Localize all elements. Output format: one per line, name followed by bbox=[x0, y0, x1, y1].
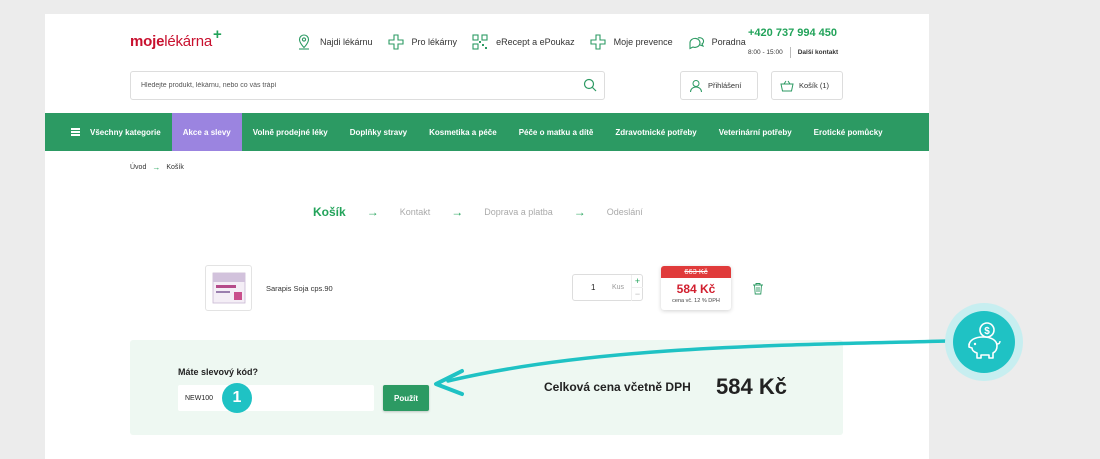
cart-label: Košík (1) bbox=[799, 81, 830, 90]
nav-eroticke-pomucky[interactable]: Erotické pomůcky bbox=[803, 113, 894, 151]
product-box-image bbox=[212, 272, 245, 304]
step-kontakt: Kontakt bbox=[399, 207, 431, 217]
cross-icon bbox=[387, 33, 405, 51]
search-input[interactable] bbox=[130, 71, 605, 100]
basket-icon bbox=[780, 80, 794, 91]
search-icon[interactable] bbox=[583, 78, 597, 92]
breadcrumb-current: Košík bbox=[166, 164, 184, 171]
old-price: 663 Kč bbox=[661, 266, 731, 278]
nav-volne-prodejne-leky[interactable]: Volně prodejné léky bbox=[242, 113, 339, 151]
arrow-right-icon: → bbox=[152, 163, 161, 172]
other-contact-link[interactable]: Další kontakt bbox=[798, 49, 838, 56]
map-pin-icon bbox=[295, 33, 313, 51]
nav-kosmetika-a-pece[interactable]: Kosmetika a péče bbox=[418, 113, 508, 151]
divider bbox=[789, 47, 791, 58]
product-name[interactable]: Sarapis Soja cps.90 bbox=[266, 284, 333, 293]
step-kosik: Košík bbox=[313, 205, 346, 219]
top-nav-label: Moje prevence bbox=[613, 37, 673, 47]
step-doprava-a-platba: Doprava a platba bbox=[484, 207, 553, 217]
logo-plus: + bbox=[213, 26, 222, 43]
top-nav-label: Najdi lékárnu bbox=[320, 37, 373, 47]
quantity-stepper[interactable]: 1 Kus + − bbox=[572, 274, 643, 301]
quantity-unit: Kus bbox=[612, 284, 625, 291]
opening-hours: 8:00 - 15:00 Další kontakt bbox=[748, 47, 838, 58]
nav-zdravotnicke-potreby[interactable]: Zdravotnické potřeby bbox=[604, 113, 707, 151]
top-nav-label: eRecept a ePoukaz bbox=[496, 37, 575, 47]
logo[interactable]: mojelékárna+ bbox=[130, 26, 222, 50]
checkout-steps: Košík → Kontakt → Doprava a platba → Ode… bbox=[313, 205, 643, 219]
price-box: 663 Kč 584 Kč cena vč. 12 % DPH bbox=[661, 266, 731, 310]
top-nav-poradna[interactable]: Poradna bbox=[687, 33, 746, 51]
arrow-right-icon: → bbox=[366, 205, 379, 219]
quantity-value[interactable]: 1 bbox=[591, 283, 595, 292]
arrow-right-icon: → bbox=[451, 205, 464, 219]
decrement-icon[interactable]: − bbox=[631, 288, 643, 301]
piggy-bank-icon: $ bbox=[953, 311, 1015, 373]
login-label: Přihlášení bbox=[708, 81, 742, 90]
cross-icon bbox=[589, 33, 607, 51]
piggy-bank-badge: $ bbox=[945, 303, 1023, 381]
top-nav-pro-lekarny[interactable]: Pro lékárny bbox=[387, 33, 458, 51]
annotation-step-badge: 1 bbox=[222, 383, 252, 413]
login-button[interactable]: Přihlášení bbox=[680, 71, 758, 100]
nav-all-categories[interactable]: Všechny kategorie bbox=[45, 113, 172, 151]
trash-icon[interactable] bbox=[752, 282, 764, 295]
arrow-right-icon: → bbox=[573, 205, 586, 219]
top-nav-najdi-lekarnu[interactable]: Najdi lékárnu bbox=[295, 33, 373, 51]
increment-icon[interactable]: + bbox=[631, 275, 643, 288]
main-nav: Všechny kategorie Akce a slevy Volně pro… bbox=[45, 113, 929, 151]
svg-text:$: $ bbox=[984, 326, 990, 337]
discount-label: Máte slevový kód? bbox=[178, 367, 259, 377]
user-icon bbox=[690, 79, 702, 92]
current-price: 584 Kč bbox=[676, 282, 716, 296]
cart-button[interactable]: Košík (1) bbox=[771, 71, 843, 100]
top-nav-erecept[interactable]: eRecept a ePoukaz bbox=[471, 33, 575, 51]
page: mojelékárna+ Najdi lékárnu Pro lékárny e… bbox=[45, 14, 929, 459]
nav-doplnky-stravy[interactable]: Doplňky stravy bbox=[339, 113, 418, 151]
logo-text-moje: moje bbox=[130, 33, 165, 50]
vat-note: cena vč. 12 % DPH bbox=[672, 298, 720, 304]
product-image[interactable] bbox=[205, 265, 252, 311]
nav-label: Všechny kategorie bbox=[90, 127, 161, 137]
top-nav-label: Poradna bbox=[711, 37, 746, 47]
chat-bubbles-icon bbox=[687, 33, 705, 51]
total-label: Celková cena včetně DPH bbox=[544, 380, 691, 394]
qr-code-icon bbox=[471, 33, 489, 51]
phone-number[interactable]: +420 737 994 450 bbox=[748, 27, 837, 39]
nav-veterinarni-potreby[interactable]: Veterinární potřeby bbox=[708, 113, 803, 151]
top-nav-moje-prevence[interactable]: Moje prevence bbox=[589, 33, 673, 51]
nav-pece-o-matku-a-dite[interactable]: Péče o matku a dítě bbox=[508, 113, 605, 151]
total-value: 584 Kč bbox=[716, 374, 787, 399]
breadcrumb: Úvod → Košík bbox=[130, 163, 184, 172]
top-nav: Najdi lékárnu Pro lékárny eRecept a ePou… bbox=[295, 33, 760, 51]
breadcrumb-home[interactable]: Úvod bbox=[130, 164, 146, 171]
top-nav-label: Pro lékárny bbox=[411, 37, 458, 47]
hours-text: 8:00 - 15:00 bbox=[748, 49, 783, 56]
logo-text-lekarna: lékárna bbox=[164, 33, 213, 50]
step-odeslani: Odeslání bbox=[606, 207, 643, 217]
apply-button[interactable]: Použít bbox=[383, 385, 429, 411]
nav-akce-a-slevy[interactable]: Akce a slevy bbox=[171, 113, 242, 151]
menu-icon bbox=[71, 127, 80, 138]
discount-code-input[interactable] bbox=[178, 385, 374, 411]
